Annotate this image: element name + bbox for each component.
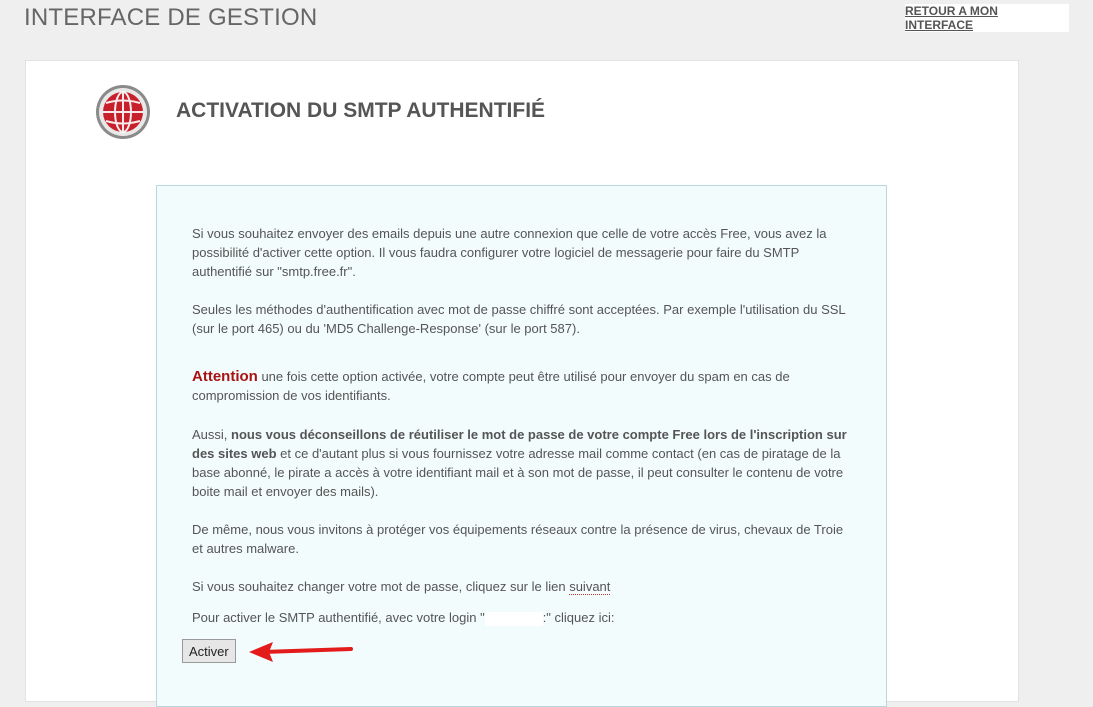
page-title: INTERFACE DE GESTION	[24, 4, 318, 31]
attention-label: Attention	[192, 368, 258, 385]
attention-text: une fois cette option activée, votre com…	[192, 369, 790, 403]
activate-login-text-start: Pour activer le SMTP authentifié, avec v…	[192, 610, 485, 625]
info-box: Si vous souhaitez envoyer des emails dep…	[156, 185, 887, 707]
paragraph-auth-methods: Seules les méthodes d'authentification a…	[192, 302, 846, 336]
advice-start: Aussi,	[192, 427, 232, 442]
change-password-link[interactable]: suivant	[569, 579, 611, 595]
paragraph-smtp-intro: Si vous souhaitez envoyer des emails dep…	[192, 226, 827, 279]
paragraph-malware: De même, nous vous invitons à protéger v…	[192, 522, 844, 556]
globe-icon	[96, 85, 150, 139]
change-password-text: Si vous souhaitez changer votre mot de p…	[192, 579, 570, 594]
activate-login-text-end: :" cliquez ici:	[542, 610, 615, 625]
main-panel: ACTIVATION DU SMTP AUTHENTIFIÉ Si vous s…	[25, 60, 1019, 707]
page-header: INTERFACE DE GESTION RETOUR A MON INTERF…	[0, 0, 1093, 40]
section-title: ACTIVATION DU SMTP AUTHENTIFIÉ	[176, 99, 546, 122]
red-arrow-icon	[249, 642, 353, 662]
activate-button[interactable]: Activer	[182, 639, 236, 663]
redacted-login	[484, 611, 543, 626]
paragraph-activate-login: Pour activer le SMTP authentifié, avec v…	[192, 608, 615, 627]
advice-rest: et ce d'autant plus si vous fournissez v…	[192, 446, 844, 499]
return-to-interface-link[interactable]: RETOUR A MON INTERFACE	[905, 4, 1069, 32]
paragraph-password-advice: Aussi, nous vous déconseillons de réutil…	[192, 425, 857, 501]
paragraph-change-password: Si vous souhaitez changer votre mot de p…	[192, 577, 611, 596]
paragraph-attention: Attention une fois cette option activée,…	[192, 367, 857, 405]
